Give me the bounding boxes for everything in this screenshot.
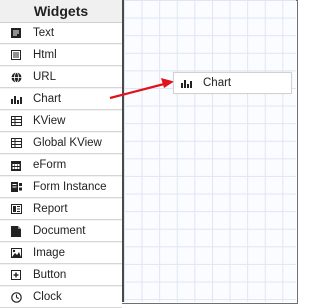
- calendar-icon: [10, 159, 22, 171]
- grid-icon: [10, 137, 22, 149]
- widget-item-clock[interactable]: Clock: [0, 287, 122, 308]
- widget-item-chart[interactable]: Chart: [0, 89, 122, 110]
- document-icon: [10, 225, 22, 237]
- globe-icon: [10, 71, 22, 83]
- report-icon: [10, 203, 22, 215]
- widget-label: eForm: [33, 159, 67, 171]
- widget-label: Clock: [33, 291, 62, 303]
- widget-label: KView: [33, 115, 66, 127]
- widget-item-kview[interactable]: KView: [0, 111, 122, 132]
- dragged-widget-label: Chart: [203, 77, 232, 89]
- widget-item-text[interactable]: Text: [0, 23, 122, 44]
- text-icon: [10, 27, 22, 39]
- widget-label: Report: [33, 203, 68, 215]
- widget-item-document[interactable]: Document: [0, 221, 122, 242]
- widget-item-report[interactable]: Report: [0, 199, 122, 220]
- widget-item-url[interactable]: URL: [0, 67, 122, 88]
- widget-item-button[interactable]: Button: [0, 265, 122, 286]
- widget-item-global-kview[interactable]: Global KView: [0, 133, 122, 154]
- widget-label: Chart: [33, 93, 62, 105]
- dragged-widget-chip[interactable]: Chart: [173, 72, 292, 94]
- widget-label: Image: [33, 247, 65, 259]
- bar-chart-icon: [10, 93, 22, 105]
- widget-label: Global KView: [33, 137, 102, 149]
- widget-label: Document: [33, 225, 86, 237]
- widget-item-eform[interactable]: eForm: [0, 155, 122, 176]
- form-icon: [10, 181, 22, 193]
- widget-item-image[interactable]: Image: [0, 243, 122, 264]
- widget-label: Text: [33, 27, 55, 39]
- widget-label: Form Instance: [33, 181, 107, 193]
- button-icon: [10, 269, 22, 281]
- image-icon: [10, 247, 22, 259]
- widget-label: URL: [33, 71, 57, 83]
- grid-icon: [10, 115, 22, 127]
- widget-label: Button: [33, 269, 67, 281]
- html-icon: [10, 49, 22, 61]
- drag-arrow: [109, 78, 174, 100]
- widget-item-form-instance[interactable]: Form Instance: [0, 177, 122, 198]
- widget-item-html[interactable]: Html: [0, 45, 122, 66]
- clock-icon: [10, 291, 22, 303]
- dashboard-canvas[interactable]: [124, 0, 296, 302]
- widgets-panel: Widgets Text Html URL Chart KView Global…: [0, 0, 124, 308]
- panel-title: Widgets: [0, 0, 122, 23]
- bar-chart-icon: [180, 77, 192, 89]
- widget-label: Html: [33, 49, 57, 61]
